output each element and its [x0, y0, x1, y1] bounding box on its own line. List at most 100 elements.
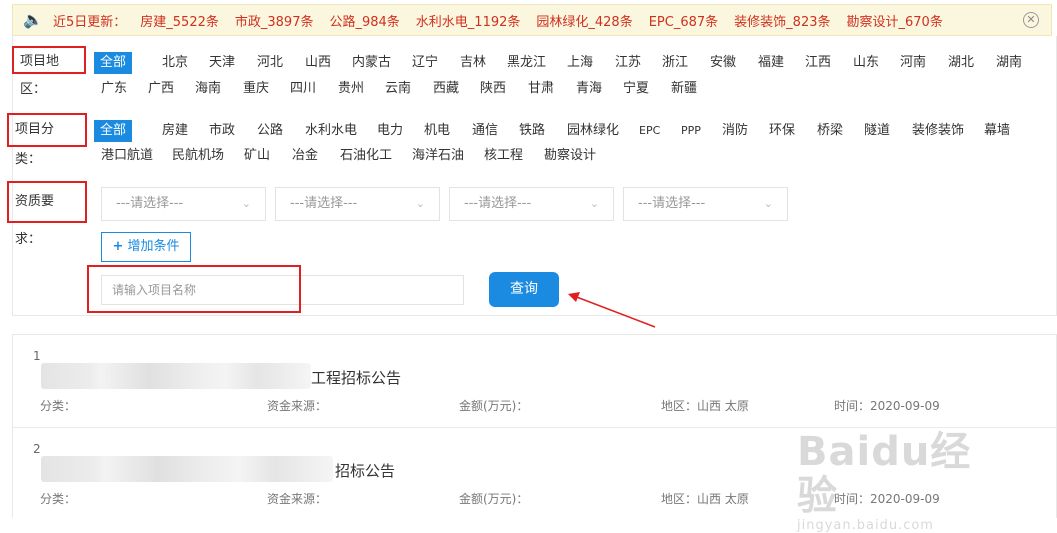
region-tag[interactable]: 山西 [305, 52, 331, 74]
close-circle-icon[interactable]: ✕ [1023, 12, 1039, 28]
query-button[interactable]: 查询 [489, 272, 559, 307]
region-tag[interactable]: 广东 [101, 78, 127, 100]
annotation-arrow-icon [568, 292, 656, 328]
region-tag[interactable]: 江苏 [615, 52, 641, 74]
region-tag[interactable]: 福建 [758, 52, 784, 74]
category-tag[interactable]: 港口航道 [101, 145, 153, 167]
region-tag[interactable]: 重庆 [243, 78, 269, 100]
notice-item[interactable]: 水利水电_1192条 [416, 11, 521, 30]
qualification-select-1[interactable]: ---请选择--- ⌄ [101, 187, 266, 221]
region-tag[interactable]: 青海 [576, 78, 602, 100]
region-tag[interactable]: 湖南 [996, 52, 1022, 74]
region-tag[interactable]: 上海 [567, 52, 593, 74]
category-tag[interactable]: 房建 [162, 120, 188, 142]
qualification-select-4[interactable]: ---请选择--- ⌄ [623, 187, 788, 221]
region-tag[interactable]: 云南 [385, 78, 411, 100]
region-tag[interactable]: 北京 [162, 52, 188, 74]
category-tag[interactable]: PPP [681, 120, 701, 142]
category-tag[interactable]: 幕墙 [984, 120, 1010, 142]
result-region: 地区：山西 太原 [661, 492, 749, 506]
notice-item[interactable]: 装修装饰_823条 [734, 11, 830, 30]
category-tag[interactable]: 消防 [722, 120, 748, 142]
plus-icon: + [112, 239, 124, 254]
category-tag[interactable]: 核工程 [484, 145, 523, 167]
select-placeholder: ---请选择--- [116, 196, 184, 211]
region-tag[interactable]: 江西 [805, 52, 831, 74]
region-tag[interactable]: 西藏 [433, 78, 459, 100]
result-title[interactable]: 工程招标公告 [311, 367, 401, 388]
category-tag[interactable]: 电力 [377, 120, 403, 142]
result-number: 2 [33, 442, 41, 456]
region-tag[interactable]: 安徽 [710, 52, 736, 74]
region-tag[interactable]: 新疆 [671, 78, 697, 100]
result-category: 分类： [40, 492, 77, 506]
category-tag[interactable]: 民航机场 [172, 145, 224, 167]
select-placeholder: ---请选择--- [464, 196, 532, 211]
region-tag-all[interactable]: 全部 [94, 52, 133, 74]
category-label: 项目分类： [7, 113, 87, 167]
category-tag[interactable]: 桥梁 [817, 120, 843, 142]
result-category: 分类： [40, 399, 77, 413]
result-region: 地区：山西 太原 [661, 399, 749, 413]
category-tag[interactable]: 矿山 [244, 145, 270, 167]
list-item[interactable]: 1 工程招标公告 分类： 资金来源： 金额(万元)： 地区：山西 太原 时间：2… [13, 335, 1056, 425]
region-tag[interactable]: 湖北 [948, 52, 974, 74]
add-condition-button[interactable]: + 增加条件 [101, 232, 191, 262]
category-tag[interactable]: 铁路 [519, 120, 545, 142]
qualification-select-3[interactable]: ---请选择--- ⌄ [449, 187, 614, 221]
category-tag[interactable]: 勘察设计 [544, 145, 596, 167]
category-tag[interactable]: 公路 [257, 120, 283, 142]
region-tag[interactable]: 广西 [148, 78, 174, 100]
select-placeholder: ---请选择--- [638, 196, 706, 211]
category-tag[interactable]: 冶金 [292, 145, 318, 167]
region-tag[interactable]: 吉林 [460, 52, 486, 74]
result-amount: 金额(万元)： [459, 399, 529, 413]
category-tag[interactable]: 通信 [472, 120, 498, 142]
search-placeholder: 请输入项目名称 [112, 283, 197, 297]
notice-item[interactable]: 公路_984条 [329, 11, 399, 30]
category-tag[interactable]: 海洋石油 [412, 145, 464, 167]
category-tag[interactable]: 市政 [209, 120, 235, 142]
region-tag[interactable]: 甘肃 [528, 78, 554, 100]
notice-item[interactable]: 房建_5522条 [140, 11, 219, 30]
region-tag[interactable]: 河北 [257, 52, 283, 74]
add-condition-label: 增加条件 [127, 239, 180, 254]
region-tag[interactable]: 贵州 [338, 78, 364, 100]
category-tag[interactable]: 机电 [424, 120, 450, 142]
category-tag[interactable]: 水利水电 [305, 120, 357, 142]
region-tag[interactable]: 陕西 [480, 78, 506, 100]
region-tag[interactable]: 黑龙江 [507, 52, 546, 74]
list-item[interactable]: 2 招标公告 分类： 资金来源： 金额(万元)： 地区：山西 太原 时间：202… [13, 427, 1056, 518]
category-tag-all[interactable]: 全部 [94, 120, 133, 142]
region-tag[interactable]: 天津 [209, 52, 235, 74]
notice-label: 近5日更新： [53, 14, 127, 30]
blurred-title-mask [41, 456, 333, 482]
category-tag[interactable]: 园林绿化 [567, 120, 619, 142]
blurred-title-mask [41, 363, 311, 389]
region-tag[interactable]: 宁夏 [623, 78, 649, 100]
category-tag[interactable]: 石油化工 [340, 145, 392, 167]
notice-item[interactable]: 园林绿化_428条 [536, 11, 632, 30]
project-name-search-input[interactable]: 请输入项目名称 [101, 275, 464, 305]
select-placeholder: ---请选择--- [290, 196, 358, 211]
result-fund-source: 资金来源： [267, 492, 328, 506]
region-tag[interactable]: 四川 [290, 78, 316, 100]
result-title[interactable]: 招标公告 [335, 460, 395, 481]
region-tag[interactable]: 海南 [195, 78, 221, 100]
chevron-down-icon: ⌄ [589, 197, 599, 210]
chevron-down-icon: ⌄ [415, 197, 425, 210]
category-tag[interactable]: 环保 [769, 120, 795, 142]
chevron-down-icon: ⌄ [241, 197, 251, 210]
qualification-select-2[interactable]: ---请选择--- ⌄ [275, 187, 440, 221]
category-tag[interactable]: 隧道 [864, 120, 890, 142]
notice-item[interactable]: EPC_687条 [649, 11, 718, 30]
region-tag[interactable]: 山东 [853, 52, 879, 74]
notice-item[interactable]: 勘察设计_670条 [847, 11, 943, 30]
region-tag[interactable]: 河南 [900, 52, 926, 74]
region-tag[interactable]: 浙江 [662, 52, 688, 74]
category-tag[interactable]: EPC [639, 120, 660, 142]
region-tag[interactable]: 辽宁 [412, 52, 438, 74]
region-tag[interactable]: 内蒙古 [352, 52, 391, 74]
category-tag[interactable]: 装修装饰 [912, 120, 964, 142]
notice-item[interactable]: 市政_3897条 [235, 11, 314, 30]
